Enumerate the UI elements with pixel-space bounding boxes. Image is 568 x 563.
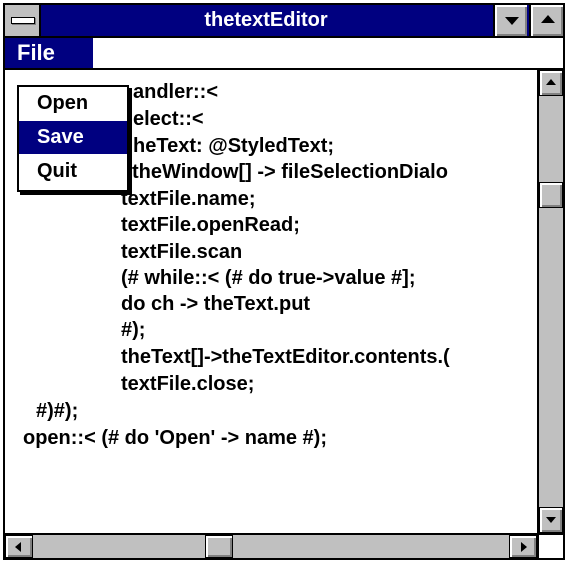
title-bar: thetextEditor [5,5,563,38]
system-menu-button[interactable] [5,5,41,36]
menu-bar: File [5,38,563,70]
scrollbar-corner [537,533,563,558]
editor-window: thetextEditor File andler::< elect::< he… [3,3,565,560]
vertical-scrollbar[interactable] [537,70,563,533]
code-line: open::< (# do 'Open' -> name #); [23,427,327,449]
code-line: (# while::< (# do true->value #]; [121,267,416,289]
menu-item-quit[interactable]: Quit [19,155,127,188]
window-title: thetextEditor [204,9,328,31]
code-line: #)#); [36,400,79,422]
minimize-button[interactable] [493,5,527,36]
maximize-icon [541,15,555,23]
scroll-left-button[interactable] [5,535,33,558]
system-menu-icon [11,17,35,24]
code-line: do theWindow[] -> fileSelectionDialo [102,161,448,183]
menu-item-open[interactable]: Open [19,87,127,120]
code-line: textFile.openRead; [121,214,300,236]
minimize-icon [505,17,519,25]
code-line: textFile.close; [121,373,255,395]
code-line: textFile.scan [121,241,243,263]
scroll-right-button[interactable] [509,535,537,558]
code-line: #); [121,319,146,341]
scroll-left-arrow-icon [15,542,21,552]
menu-item-save[interactable]: Save [19,121,127,154]
code-line: textFile.name; [121,188,256,210]
scroll-down-button[interactable] [539,507,563,533]
scroll-up-button[interactable] [539,70,563,96]
code-line: andler::< [133,81,219,103]
vertical-scroll-thumb[interactable] [539,182,563,208]
code-line: do ch -> theText.put [121,293,311,315]
horizontal-scroll-thumb[interactable] [205,535,233,558]
horizontal-scrollbar[interactable] [5,533,537,558]
menu-file[interactable]: File [5,38,93,68]
file-menu-dropdown: Open Save Quit [17,85,129,192]
code-line: elect::< [133,108,204,130]
scroll-up-arrow-icon [546,79,556,85]
scroll-right-arrow-icon [521,542,527,552]
code-line: theText[]->theTextEditor.contents.( [121,346,450,368]
scroll-down-arrow-icon [546,517,556,523]
maximize-button[interactable] [529,5,563,36]
code-line: heText: @StyledText; [133,135,335,157]
